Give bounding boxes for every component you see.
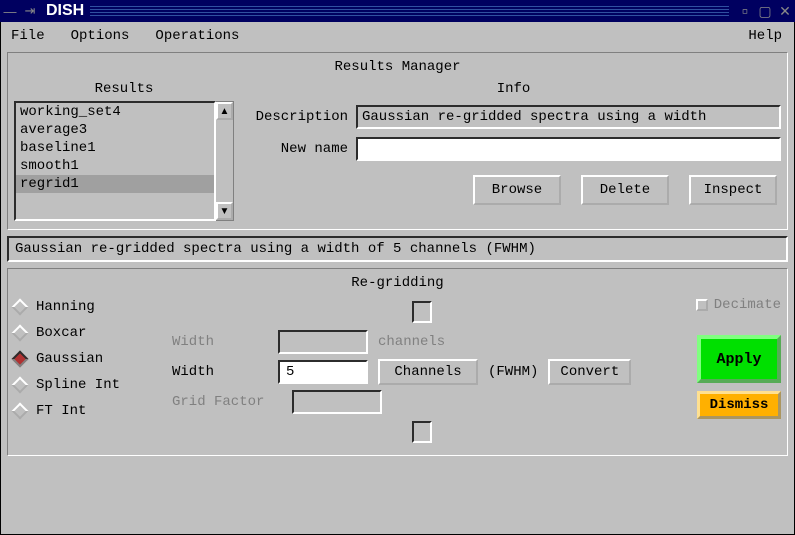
titlebar-texture — [90, 6, 729, 16]
results-scrollbar[interactable]: ▲ ▼ — [216, 101, 234, 221]
boxcar-unit-label: channels — [378, 334, 445, 350]
decimate-label: Decimate — [714, 297, 781, 313]
list-item[interactable]: smooth1 — [16, 157, 214, 175]
window-pin-icon[interactable]: ⇥ — [20, 0, 40, 22]
convert-button[interactable]: Convert — [548, 359, 631, 385]
list-item[interactable]: average3 — [16, 121, 214, 139]
dismiss-button[interactable]: Dismiss — [697, 391, 781, 419]
diamond-icon — [12, 325, 29, 342]
boxcar-width-field — [278, 330, 368, 354]
app-window: — ⇥ DISH ▫ ▢ ✕ File Options Operations H… — [0, 0, 795, 535]
gaussian-width-field[interactable]: 5 — [278, 360, 368, 384]
spline-gridfactor-field — [292, 390, 382, 414]
inspect-button[interactable]: Inspect — [689, 175, 777, 205]
window-title: DISH — [40, 2, 84, 20]
diamond-icon — [12, 299, 29, 316]
scroll-track[interactable] — [216, 120, 233, 202]
fwhm-label: (FWHM) — [488, 364, 538, 380]
list-item[interactable]: working_set4 — [16, 103, 214, 121]
radio-label: Boxcar — [36, 325, 86, 341]
newname-label: New name — [246, 141, 356, 157]
boxcar-width-label: Width — [172, 334, 268, 350]
results-manager-frame: Results Manager Results working_set4 ave… — [7, 52, 788, 230]
description-label: Description — [246, 109, 356, 125]
menu-file[interactable]: File — [11, 28, 45, 44]
close-icon[interactable]: ✕ — [775, 0, 795, 22]
menubar: File Options Operations Help — [1, 22, 794, 48]
list-item[interactable]: baseline1 — [16, 139, 214, 157]
scroll-up-icon[interactable]: ▲ — [216, 102, 233, 120]
radio-label: Hanning — [36, 299, 95, 315]
regridding-frame: Re-gridding Hanning Boxcar Gaussian — [7, 268, 788, 456]
results-listbox[interactable]: working_set4 average3 baseline1 smooth1 … — [14, 101, 216, 221]
regridding-title: Re-gridding — [14, 273, 781, 297]
apply-button[interactable]: Apply — [697, 335, 781, 383]
ftint-placeholder — [412, 421, 432, 443]
menu-operations[interactable]: Operations — [155, 28, 239, 44]
radio-ft-int[interactable]: FT Int — [14, 403, 164, 419]
list-item[interactable]: regrid1 — [16, 175, 214, 193]
app-body: File Options Operations Help Results Man… — [0, 22, 795, 535]
checkbox-icon — [696, 299, 708, 311]
menu-help[interactable]: Help — [748, 28, 782, 44]
radio-boxcar[interactable]: Boxcar — [14, 325, 164, 341]
iconify-icon[interactable]: ▫ — [735, 0, 755, 22]
gaussian-width-label: Width — [172, 364, 268, 380]
radio-label: Spline Int — [36, 377, 120, 393]
decimate-checkbox: Decimate — [696, 297, 781, 313]
newname-field[interactable] — [356, 137, 781, 161]
delete-button[interactable]: Delete — [581, 175, 669, 205]
titlebar: — ⇥ DISH ▫ ▢ ✕ — [0, 0, 795, 22]
diamond-icon — [12, 403, 29, 420]
radio-gaussian[interactable]: Gaussian — [14, 351, 164, 367]
info-column-label: Info — [246, 81, 781, 97]
results-manager-title: Results Manager — [14, 57, 781, 81]
radio-spline-int[interactable]: Spline Int — [14, 377, 164, 393]
diamond-icon — [12, 351, 29, 368]
spline-gridfactor-label: Grid Factor — [172, 394, 282, 410]
scroll-down-icon[interactable]: ▼ — [216, 202, 233, 220]
window-menu-icon[interactable]: — — [0, 0, 20, 22]
radio-hanning[interactable]: Hanning — [14, 299, 164, 315]
channels-button[interactable]: Channels — [378, 359, 478, 385]
results-column-label: Results — [95, 81, 154, 97]
maximize-icon[interactable]: ▢ — [755, 0, 775, 22]
menu-options[interactable]: Options — [71, 28, 130, 44]
status-bar: Gaussian re-gridded spectra using a widt… — [7, 236, 788, 262]
browse-button[interactable]: Browse — [473, 175, 561, 205]
radio-label: FT Int — [36, 403, 86, 419]
radio-label: Gaussian — [36, 351, 103, 367]
diamond-icon — [12, 377, 29, 394]
hanning-placeholder — [412, 301, 432, 323]
description-field[interactable]: Gaussian re-gridded spectra using a widt… — [356, 105, 781, 129]
